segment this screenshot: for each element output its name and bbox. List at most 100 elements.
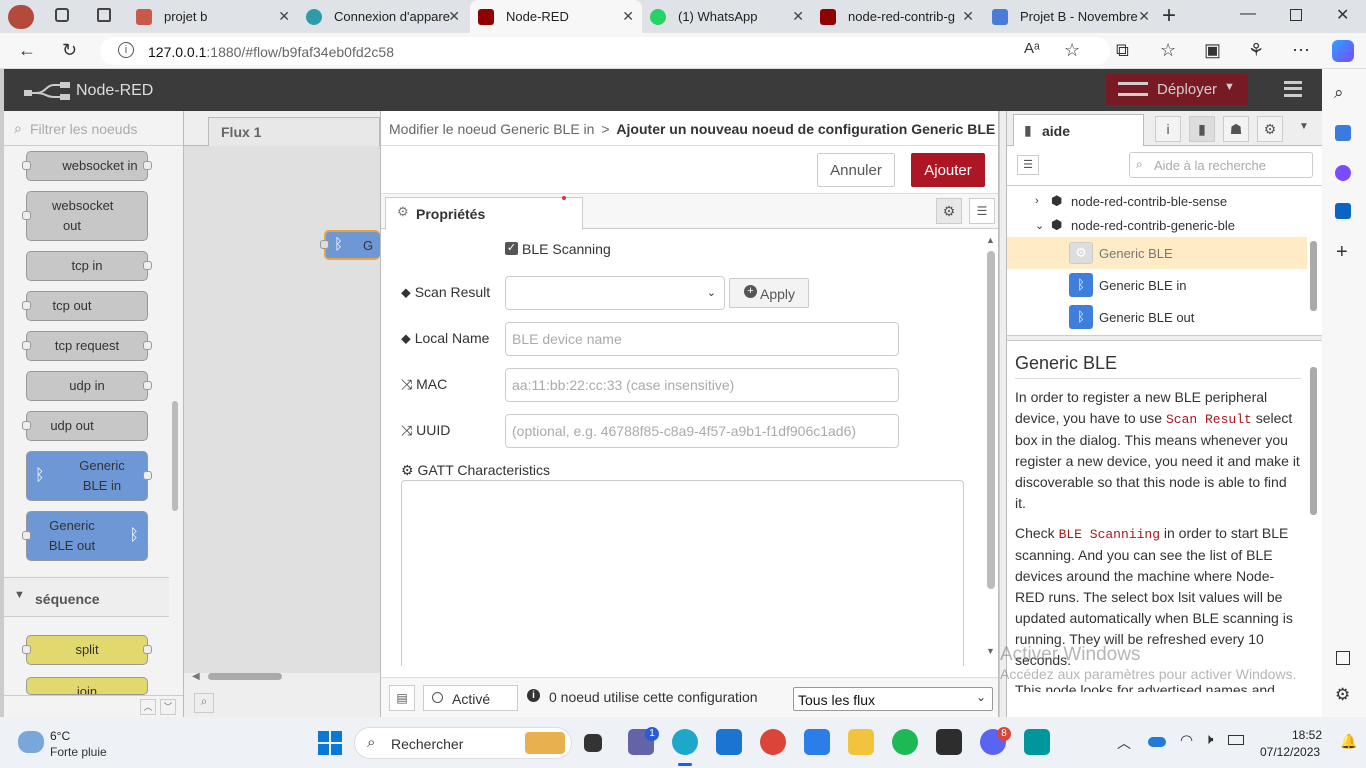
- list-toggle-icon[interactable]: ☰: [1017, 155, 1039, 175]
- taskbar-search[interactable]: ⌕ Rechercher: [354, 727, 572, 759]
- palette-node-udp-in[interactable]: udp in: [26, 371, 152, 401]
- outlook-icon[interactable]: [1335, 203, 1351, 219]
- palette-node-split[interactable]: split: [22, 635, 152, 665]
- help-panel-splitter[interactable]: [1007, 335, 1322, 341]
- collapse-all-icon[interactable]: ︿: [140, 699, 156, 715]
- split-screen-icon[interactable]: ⧉: [1116, 40, 1129, 61]
- debug-tab-icon[interactable]: ☗: [1223, 116, 1249, 142]
- help-scrollbar[interactable]: [1310, 367, 1317, 515]
- tab-node-red[interactable]: Node-RED ✕: [470, 0, 642, 33]
- palette-node-join[interactable]: join: [26, 677, 148, 695]
- tab-projet-b[interactable]: projet b ✕: [128, 0, 298, 33]
- main-menu-icon[interactable]: [1284, 81, 1302, 97]
- tree-item-generic-ble-in[interactable]: ᛒ Generic BLE in: [1007, 269, 1307, 301]
- battery-icon[interactable]: [1228, 735, 1244, 745]
- ble-scanning-checkbox[interactable]: ✓: [505, 242, 518, 255]
- scope-select[interactable]: Tous les flux ⌄: [793, 687, 993, 711]
- scan-result-select[interactable]: ⌄: [505, 276, 725, 310]
- deploy-menu-icon[interactable]: ▼: [1224, 81, 1235, 93]
- workspaces-icon[interactable]: [55, 8, 69, 22]
- settings-tab-icon[interactable]: ⚙: [936, 198, 962, 224]
- palette-node-websocket-out[interactable]: websocket out: [22, 191, 148, 241]
- workspace-h-scrollbar[interactable]: [208, 673, 282, 680]
- favorites-icon[interactable]: ☆: [1160, 40, 1176, 61]
- tree-item-generic-ble-config[interactable]: ⚙ Generic BLE: [1007, 237, 1307, 269]
- settings-icon[interactable]: ⚙: [1335, 685, 1350, 705]
- palette-node-tcp-out[interactable]: tcp out: [22, 291, 148, 321]
- apply-button[interactable]: + Apply: [729, 278, 809, 308]
- onedrive-icon[interactable]: [1148, 737, 1166, 747]
- search-icon[interactable]: ⌕: [1334, 83, 1344, 103]
- clock-date[interactable]: 07/12/2023: [1260, 745, 1320, 759]
- palette-node-generic-ble-in[interactable]: ᛒ Generic BLE in: [26, 451, 152, 501]
- copilot-side-icon[interactable]: [1335, 165, 1351, 181]
- gatt-list[interactable]: [401, 480, 964, 666]
- read-aloud-icon[interactable]: Aᵃ: [1024, 40, 1040, 57]
- close-tab-icon[interactable]: ✕: [1138, 8, 1150, 25]
- close-tab-icon[interactable]: ✕: [962, 8, 974, 25]
- chevron-left-icon[interactable]: ◀: [192, 671, 200, 682]
- sidebar-menu-icon[interactable]: ▼: [1299, 121, 1309, 132]
- tab-flux-1[interactable]: Flux 1: [208, 117, 380, 146]
- palette-node-tcp-in[interactable]: tcp in: [26, 251, 152, 281]
- enabled-toggle[interactable]: Activé: [423, 685, 518, 711]
- new-tab-button[interactable]: +: [1162, 2, 1176, 30]
- close-tab-icon[interactable]: ✕: [278, 8, 290, 25]
- add-button[interactable]: Ajouter: [911, 153, 985, 187]
- more-icon[interactable]: ⋯: [1292, 40, 1310, 61]
- url-field[interactable]: i 127.0.0.1:1880/#flow/b9faf34eb0fd2c58: [100, 37, 1110, 65]
- tab-connexion[interactable]: Connexion d'appare ✕: [298, 0, 468, 33]
- spotify-icon[interactable]: [892, 729, 918, 755]
- tab-projet-b-novembre[interactable]: Projet B - Novembre ✕: [984, 0, 1158, 33]
- mail-icon[interactable]: [716, 729, 742, 755]
- collections-icon[interactable]: ▣: [1204, 40, 1221, 61]
- tree-item-generic-ble[interactable]: ⌄ ⬢ node-red-contrib-generic-ble: [1007, 211, 1307, 239]
- palette-category-sequence[interactable]: ▼ séquence: [4, 577, 169, 617]
- file-explorer-icon[interactable]: [848, 729, 874, 755]
- help-tab-icon[interactable]: ▮: [1189, 116, 1215, 142]
- expand-all-icon[interactable]: ﹀: [160, 699, 176, 715]
- weather-widget[interactable]: 6°C Forte pluie: [16, 727, 126, 761]
- arduino-icon[interactable]: [1024, 729, 1050, 755]
- close-tab-icon[interactable]: ✕: [622, 8, 634, 25]
- back-icon[interactable]: ←: [18, 40, 36, 61]
- uuid-input[interactable]: (optional, e.g. 46788f85-c8a9-4f57-a9b1-…: [505, 414, 899, 448]
- palette-node-websocket-in[interactable]: websocket in: [22, 151, 152, 181]
- volume-icon[interactable]: 🕨: [1204, 731, 1213, 748]
- tag-icon[interactable]: [1335, 125, 1351, 141]
- tab-properties[interactable]: ⚙ Propriétés: [385, 197, 583, 230]
- tab-aide[interactable]: ▮ aide: [1013, 114, 1144, 146]
- palette-node-tcp-request[interactable]: tcp request: [22, 331, 152, 361]
- sidebar-separator[interactable]: [999, 111, 1006, 717]
- close-window-button[interactable]: ✕: [1336, 5, 1349, 25]
- copilot-icon[interactable]: [1332, 40, 1354, 62]
- tab-node-red-contrib[interactable]: node-red-contrib-g ✕: [812, 0, 982, 33]
- scroll-up-icon[interactable]: ▲: [986, 235, 995, 245]
- breadcrumb-parent[interactable]: Modifier le noeud Generic BLE in: [389, 121, 594, 137]
- wifi-icon[interactable]: ◠: [1180, 731, 1193, 749]
- chevron-up-icon[interactable]: ︿: [1117, 733, 1131, 753]
- palette-scrollbar[interactable]: [172, 401, 178, 511]
- mac-input[interactable]: aa:11:bb:22:cc:33 (case insensitive): [505, 368, 899, 402]
- task-view-icon[interactable]: [584, 734, 602, 752]
- minimize-button[interactable]: —: [1240, 5, 1256, 23]
- cancel-button[interactable]: Annuler: [817, 153, 895, 187]
- info-tab-icon[interactable]: i: [1155, 116, 1181, 142]
- workspace-node-generic-ble-in[interactable]: ᛒ G: [320, 230, 380, 260]
- clock-time[interactable]: 18:52: [1292, 728, 1322, 742]
- local-name-input[interactable]: BLE device name: [505, 322, 899, 356]
- terminal-icon[interactable]: [936, 729, 962, 755]
- notification-bell-icon[interactable]: 🔔: [1340, 733, 1357, 750]
- dialog-v-scrollbar[interactable]: [987, 251, 995, 589]
- close-tab-icon[interactable]: ✕: [448, 8, 460, 25]
- restore-button[interactable]: [1290, 9, 1302, 21]
- sidebar-toggle-icon[interactable]: [1336, 651, 1350, 665]
- edge-icon[interactable]: [672, 729, 698, 755]
- palette-node-udp-out[interactable]: udp out: [22, 411, 148, 441]
- config-tab-icon[interactable]: ⚙: [1257, 116, 1283, 142]
- palette-node-generic-ble-out[interactable]: Generic BLE out ᛒ: [22, 511, 148, 561]
- tab-actions-icon[interactable]: [97, 8, 111, 22]
- help-search-input[interactable]: ⌕ Aide à la recherche: [1129, 152, 1313, 178]
- scroll-down-icon[interactable]: ▼: [986, 646, 995, 656]
- tree-scrollbar[interactable]: [1310, 241, 1317, 311]
